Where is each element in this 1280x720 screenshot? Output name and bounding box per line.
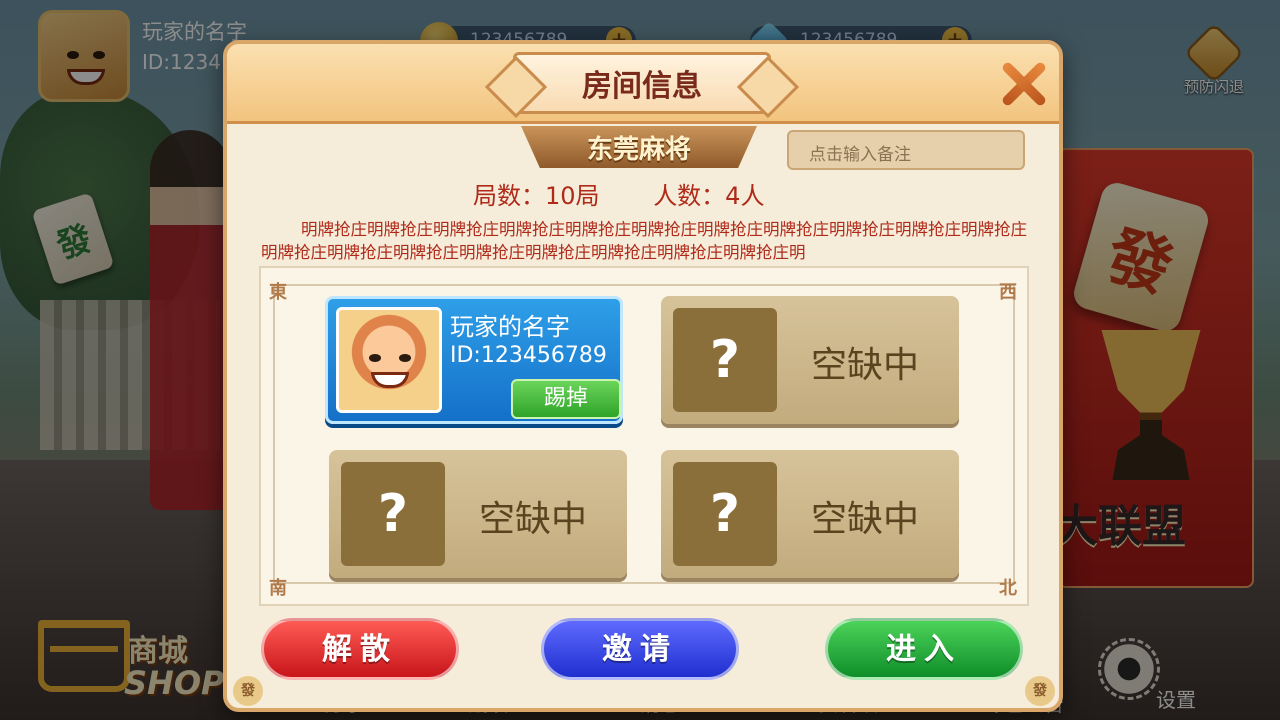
seat-player-id: ID:123456789	[450, 343, 607, 368]
wind-south: 南	[269, 578, 287, 599]
dissolve-button[interactable]: 解散	[261, 618, 459, 680]
seat-empty-label: 空缺中	[811, 345, 920, 386]
note-input[interactable]: 点击输入备注	[787, 130, 1025, 170]
game-name-banner: 东莞麻将	[521, 126, 757, 168]
wind-east: 東	[269, 282, 287, 303]
close-icon[interactable]	[995, 56, 1051, 112]
avatar-mouth	[371, 372, 409, 388]
avatar-eye	[399, 354, 411, 362]
seat-empty-2: ? 空缺中	[661, 296, 959, 424]
dialog-title: 房间信息	[582, 69, 702, 104]
room-info-dialog: 房间信息 东莞麻将 点击输入备注 局数：10局 人数：4人 明牌抢庄明牌抢庄明牌…	[223, 40, 1063, 712]
corner-tile-icon: 發	[1025, 676, 1055, 706]
kick-button[interactable]: 踢掉	[511, 379, 621, 419]
game-name: 东莞麻将	[586, 134, 691, 165]
seat-empty-3: ? 空缺中	[329, 450, 627, 578]
players-count: 人数：4人	[653, 182, 765, 210]
room-stats: 局数：10局 人数：4人	[473, 176, 810, 211]
wind-north: 北	[999, 578, 1017, 599]
avatar-eye	[369, 354, 381, 362]
rounds-count: 局数：10局	[473, 182, 600, 210]
title-plate: 房间信息	[513, 52, 771, 114]
seat-player-1[interactable]: 玩家的名字 ID:123456789 踢掉	[325, 296, 623, 424]
question-icon: ?	[673, 462, 777, 566]
corner-tile-icon: 發	[233, 676, 263, 706]
dialog-header: 房间信息	[227, 44, 1059, 124]
enter-button[interactable]: 进入	[825, 618, 1023, 680]
room-rules: 明牌抢庄明牌抢庄明牌抢庄明牌抢庄明牌抢庄明牌抢庄明牌抢庄明牌抢庄明牌抢庄明牌抢庄…	[261, 220, 1027, 262]
question-icon: ?	[341, 462, 445, 566]
question-icon: ?	[673, 308, 777, 412]
seat-empty-label: 空缺中	[811, 499, 920, 540]
seat-empty-label: 空缺中	[479, 499, 588, 540]
seat-table: 東 西 南 北 玩家的名字 ID:123456789 踢掉 ? 空缺中 ? 空缺…	[259, 266, 1029, 606]
seat-empty-4: ? 空缺中	[661, 450, 959, 578]
seat-player-name: 玩家的名字	[450, 313, 570, 341]
wind-west: 西	[999, 282, 1017, 303]
invite-button[interactable]: 邀请	[541, 618, 739, 680]
seat-avatar	[336, 307, 442, 413]
